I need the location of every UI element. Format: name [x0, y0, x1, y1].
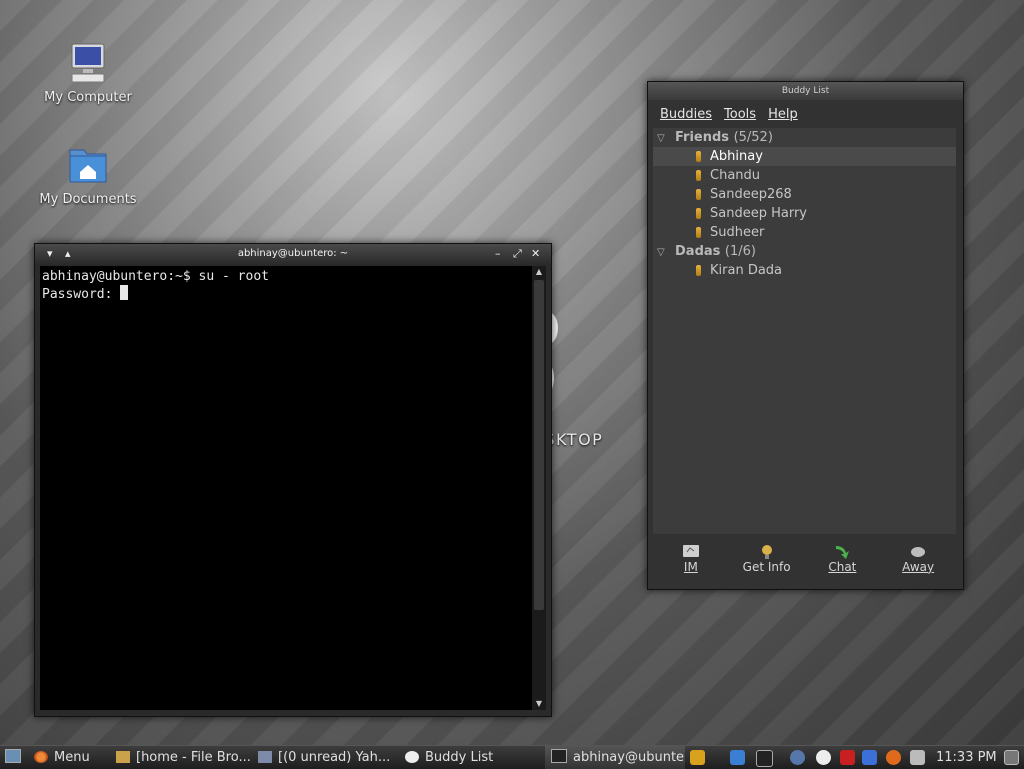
buddy-item[interactable]: Abhinay [653, 147, 956, 166]
shield-icon[interactable] [840, 750, 855, 765]
button-label: IM [683, 560, 698, 574]
mail-icon [258, 751, 272, 763]
terminal-launcher-icon[interactable] [756, 750, 773, 767]
terminal-prompt: Password: [42, 287, 121, 302]
expander-icon[interactable]: ▽ [657, 243, 667, 262]
pidgin-icon [405, 751, 419, 763]
group-friends[interactable]: ▽ Friends (5/52) [653, 128, 956, 147]
menu-tools[interactable]: Tools [724, 107, 756, 122]
buddy-name: Sandeep Harry [710, 206, 807, 221]
task-file-browser[interactable]: [home - File Bro... [116, 746, 251, 769]
show-desktop-button[interactable] [2, 746, 24, 769]
scroll-up-icon[interactable]: ▲ [532, 266, 546, 278]
buddy-name: Sandeep268 [710, 187, 792, 202]
desktop-icon-my-computer[interactable]: My Computer [38, 42, 138, 105]
scrollbar-thumb[interactable] [534, 280, 544, 610]
google-icon[interactable] [862, 750, 877, 765]
chat-arrow-icon [836, 546, 850, 559]
buddy-item[interactable]: Chandu [653, 166, 956, 185]
computer-icon [66, 42, 110, 86]
terminal-scrollbar[interactable]: ▲ ▼ [532, 266, 546, 710]
terminal-output[interactable]: abhinay@ubuntero:~$ su - root Password: [40, 266, 532, 710]
scroll-down-icon[interactable]: ▼ [532, 698, 546, 710]
desktop-icon-my-documents[interactable]: My Documents [38, 144, 138, 207]
buddy-name: Chandu [710, 168, 761, 183]
terminal-line: abhinay@ubuntero:~$ su - root [42, 269, 269, 284]
terminal-window[interactable]: ▾ ▴ abhinay@ubuntero: ~ – ⤢ ✕ abhinay@ub… [34, 243, 552, 717]
away-button[interactable]: Away [883, 537, 953, 583]
im-icon [682, 545, 699, 557]
terminal-icon [551, 749, 567, 763]
get-info-button[interactable]: Get Info [732, 537, 802, 583]
chat-button[interactable]: Chat [807, 537, 877, 583]
buddy-person-icon [696, 189, 701, 200]
expander-icon[interactable]: ▽ [657, 129, 667, 148]
buddy-person-icon [696, 208, 701, 219]
buddy-list-window[interactable]: Buddy List Buddies Tools Help ▽ Friends (… [647, 81, 964, 590]
buddy-item[interactable]: Kiran Dada [653, 261, 956, 280]
group-name: Dadas [675, 244, 721, 259]
task-label: abhinay@ubunter... [573, 750, 685, 765]
buddy-name: Abhinay [710, 149, 763, 164]
main-menu-button[interactable]: Menu [34, 746, 104, 769]
buddy-name: Kiran Dada [710, 263, 783, 278]
button-label: Away [902, 560, 935, 574]
task-terminal[interactable]: abhinay@ubunter... [545, 746, 685, 769]
close-icon[interactable]: ✕ [531, 244, 540, 264]
task-buddy-list[interactable]: Buddy List [405, 746, 535, 769]
show-desktop-icon [5, 749, 21, 763]
terminal-title: abhinay@ubuntero: ~ [237, 248, 349, 259]
terminal-titlebar[interactable]: ▾ ▴ abhinay@ubuntero: ~ – ⤢ ✕ [35, 244, 551, 264]
pidgin-tray-icon[interactable] [816, 750, 831, 765]
away-icon [911, 547, 926, 557]
window-menu-icon[interactable]: ▾ [47, 244, 53, 264]
folder-icon [116, 751, 130, 763]
network-icon[interactable] [790, 750, 805, 765]
buddy-list-title: Buddy List [648, 82, 963, 100]
menu-label: Menu [54, 750, 90, 765]
buddy-item[interactable]: Sandeep268 [653, 185, 956, 204]
taskbar: Menu [home - File Bro... [(0 unread) Yah… [0, 745, 1024, 769]
menu-help[interactable]: Help [768, 107, 798, 122]
desktop-icon-label: My Documents [39, 192, 137, 207]
button-label: Get Info [742, 560, 791, 574]
buddy-action-bar: IM Get Info Chat Away [653, 537, 956, 583]
text-cursor [120, 285, 129, 300]
buddy-menubar: Buddies Tools Help [648, 100, 963, 128]
volume-icon[interactable] [910, 750, 925, 765]
buddy-name: Sudheer [710, 225, 765, 240]
task-label: Buddy List [425, 750, 494, 765]
buddy-person-icon [696, 265, 701, 276]
group-count: (5/52) [733, 130, 773, 145]
desktop-icon-label: My Computer [44, 90, 132, 105]
buddy-person-icon [696, 170, 701, 181]
maximize-icon[interactable]: ⤢ [513, 244, 522, 264]
clock[interactable]: 11:33 PM [936, 746, 996, 769]
weather-icon[interactable] [690, 750, 705, 765]
task-label: [(0 unread) Yah... [278, 750, 391, 765]
buddy-tree: ▽ Friends (5/52) Abhinay Chandu Sandeep26… [653, 128, 956, 534]
window-list-icon[interactable] [1004, 750, 1019, 765]
terminal-line: Password: [42, 285, 532, 303]
ubuntu-update-icon[interactable] [886, 750, 901, 765]
task-label: [home - File Bro... [136, 750, 251, 765]
group-dadas[interactable]: ▽ Dadas (1/6) [653, 242, 956, 261]
buddy-item[interactable]: Sandeep Harry [653, 204, 956, 223]
firefox-icon[interactable] [730, 750, 745, 765]
buddy-person-icon [696, 151, 701, 162]
im-button[interactable]: IM [656, 537, 726, 583]
group-name: Friends [675, 130, 730, 145]
group-count: (1/6) [724, 244, 756, 259]
buddy-item[interactable]: Sudheer [653, 223, 956, 242]
ubuntu-logo-icon [34, 751, 48, 763]
buddy-person-icon [696, 227, 701, 238]
minimize-icon[interactable]: – [495, 244, 501, 264]
button-label: Chat [828, 560, 857, 574]
pin-icon[interactable]: ▴ [65, 244, 71, 264]
home-folder-icon [66, 144, 110, 188]
lightbulb-icon [761, 545, 772, 559]
menu-buddies[interactable]: Buddies [660, 107, 712, 122]
task-yahoo-mail[interactable]: [(0 unread) Yah... [258, 746, 393, 769]
